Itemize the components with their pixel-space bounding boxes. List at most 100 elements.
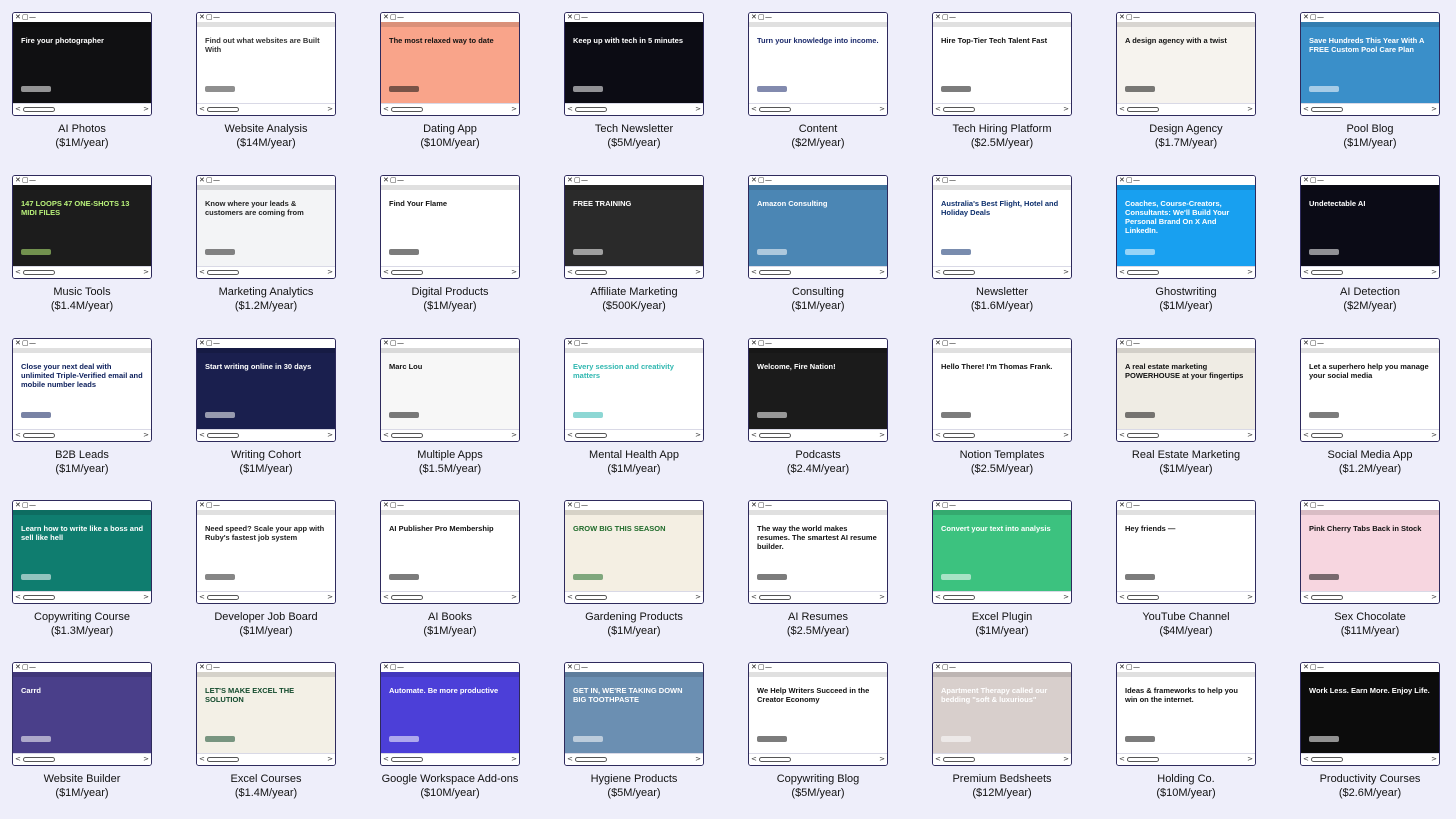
close-icon[interactable]: ✕	[383, 663, 389, 671]
site-card[interactable]: ✕ ▢ — Close your next deal with unlimited T…	[0, 338, 184, 493]
browser-window[interactable]: ✕ ▢ — Convert your text into analysis < >	[932, 500, 1072, 604]
scroll-thumb[interactable]	[207, 595, 239, 600]
browser-window[interactable]: ✕ ▢ — Automate. Be more productive < >	[380, 662, 520, 766]
minimize-icon[interactable]: —	[29, 663, 36, 671]
minimize-icon[interactable]: —	[397, 13, 404, 21]
horizontal-scrollbar[interactable]: < >	[749, 103, 887, 115]
scroll-thumb[interactable]	[23, 433, 55, 438]
scroll-right-icon[interactable]: >	[879, 755, 885, 763]
close-icon[interactable]: ✕	[751, 339, 757, 347]
scroll-right-icon[interactable]: >	[1431, 105, 1437, 113]
maximize-icon[interactable]: ▢	[22, 176, 29, 184]
site-card[interactable]: ✕ ▢ — Carrd < > Website Builder ($1M/year)	[0, 662, 184, 817]
minimize-icon[interactable]: —	[1133, 176, 1140, 184]
horizontal-scrollbar[interactable]: < >	[1117, 429, 1255, 441]
horizontal-scrollbar[interactable]: < >	[749, 753, 887, 765]
horizontal-scrollbar[interactable]: < >	[565, 429, 703, 441]
minimize-icon[interactable]: —	[1317, 13, 1324, 21]
browser-window[interactable]: ✕ ▢ — Australia's Best Flight, Hotel and Ho…	[932, 175, 1072, 279]
maximize-icon[interactable]: ▢	[942, 501, 949, 509]
minimize-icon[interactable]: —	[1317, 501, 1324, 509]
scroll-right-icon[interactable]: >	[695, 268, 701, 276]
site-card[interactable]: ✕ ▢ — Welcome, Fire Nation! < > Podcasts ($2.4M…	[736, 338, 920, 493]
minimize-icon[interactable]: —	[949, 663, 956, 671]
scroll-right-icon[interactable]: >	[143, 431, 149, 439]
scroll-left-icon[interactable]: <	[567, 593, 573, 601]
maximize-icon[interactable]: ▢	[758, 13, 765, 21]
scroll-left-icon[interactable]: <	[1119, 431, 1125, 439]
site-card[interactable]: ✕ ▢ — AI Publisher Pro Membership < > AI Books…	[368, 500, 552, 655]
scroll-right-icon[interactable]: >	[511, 593, 517, 601]
minimize-icon[interactable]: —	[1133, 339, 1140, 347]
minimize-icon[interactable]: —	[397, 663, 404, 671]
scroll-left-icon[interactable]: <	[567, 268, 573, 276]
scroll-left-icon[interactable]: <	[383, 593, 389, 601]
site-card[interactable]: ✕ ▢ — LET'S MAKE EXCEL THE SOLUTION < > Excel …	[184, 662, 368, 817]
scroll-left-icon[interactable]: <	[383, 105, 389, 113]
scroll-left-icon[interactable]: <	[15, 755, 21, 763]
maximize-icon[interactable]: ▢	[22, 501, 29, 509]
close-icon[interactable]: ✕	[383, 339, 389, 347]
scroll-right-icon[interactable]: >	[511, 431, 517, 439]
minimize-icon[interactable]: —	[765, 13, 772, 21]
scroll-thumb[interactable]	[391, 757, 423, 762]
maximize-icon[interactable]: ▢	[206, 339, 213, 347]
scroll-right-icon[interactable]: >	[511, 268, 517, 276]
browser-window[interactable]: ✕ ▢ — Hire Top-Tier Tech Talent Fast < >	[932, 12, 1072, 116]
site-card[interactable]: ✕ ▢ — Ideas & frameworks to help you win on…	[1104, 662, 1288, 817]
scroll-thumb[interactable]	[943, 433, 975, 438]
scroll-right-icon[interactable]: >	[1431, 268, 1437, 276]
scroll-right-icon[interactable]: >	[879, 268, 885, 276]
scroll-thumb[interactable]	[575, 270, 607, 275]
horizontal-scrollbar[interactable]: < >	[1301, 753, 1439, 765]
site-card[interactable]: ✕ ▢ — The way the world makes resumes. The …	[736, 500, 920, 655]
scroll-left-icon[interactable]: <	[15, 431, 21, 439]
close-icon[interactable]: ✕	[1119, 501, 1125, 509]
close-icon[interactable]: ✕	[1303, 13, 1309, 21]
scroll-thumb[interactable]	[207, 107, 239, 112]
horizontal-scrollbar[interactable]: < >	[933, 753, 1071, 765]
close-icon[interactable]: ✕	[751, 176, 757, 184]
maximize-icon[interactable]: ▢	[574, 13, 581, 21]
scroll-left-icon[interactable]: <	[567, 755, 573, 763]
horizontal-scrollbar[interactable]: < >	[381, 266, 519, 278]
scroll-right-icon[interactable]: >	[1431, 755, 1437, 763]
scroll-right-icon[interactable]: >	[1247, 268, 1253, 276]
scroll-right-icon[interactable]: >	[879, 593, 885, 601]
scroll-thumb[interactable]	[1311, 595, 1343, 600]
browser-window[interactable]: ✕ ▢ — The way the world makes resumes. The …	[748, 500, 888, 604]
scroll-right-icon[interactable]: >	[1063, 593, 1069, 601]
horizontal-scrollbar[interactable]: < >	[565, 753, 703, 765]
close-icon[interactable]: ✕	[15, 339, 21, 347]
scroll-right-icon[interactable]: >	[695, 755, 701, 763]
browser-window[interactable]: ✕ ▢ — Learn how to write like a boss and se…	[12, 500, 152, 604]
horizontal-scrollbar[interactable]: < >	[749, 266, 887, 278]
horizontal-scrollbar[interactable]: < >	[13, 429, 151, 441]
close-icon[interactable]: ✕	[383, 176, 389, 184]
close-icon[interactable]: ✕	[1303, 663, 1309, 671]
close-icon[interactable]: ✕	[1119, 13, 1125, 21]
browser-window[interactable]: ✕ ▢ — Undetectable AI < >	[1300, 175, 1440, 279]
maximize-icon[interactable]: ▢	[206, 176, 213, 184]
horizontal-scrollbar[interactable]: < >	[565, 103, 703, 115]
scroll-thumb[interactable]	[575, 107, 607, 112]
site-card[interactable]: ✕ ▢ — Turn your knowledge into income. < > Con…	[736, 12, 920, 167]
browser-window[interactable]: ✕ ▢ — Every session and creativity matters <…	[564, 338, 704, 442]
horizontal-scrollbar[interactable]: < >	[13, 103, 151, 115]
minimize-icon[interactable]: —	[1317, 176, 1324, 184]
close-icon[interactable]: ✕	[15, 13, 21, 21]
browser-window[interactable]: ✕ ▢ — Welcome, Fire Nation! < >	[748, 338, 888, 442]
scroll-left-icon[interactable]: <	[15, 268, 21, 276]
scroll-left-icon[interactable]: <	[935, 431, 941, 439]
site-card[interactable]: ✕ ▢ — Find Your Flame < > Digital Products ($1M…	[368, 175, 552, 330]
maximize-icon[interactable]: ▢	[1310, 176, 1317, 184]
close-icon[interactable]: ✕	[1119, 339, 1125, 347]
scroll-left-icon[interactable]: <	[751, 268, 757, 276]
maximize-icon[interactable]: ▢	[1126, 663, 1133, 671]
minimize-icon[interactable]: —	[213, 176, 220, 184]
browser-window[interactable]: ✕ ▢ — 147 LOOPS 47 ONE-SHOTS 13 MIDI FILES <…	[12, 175, 152, 279]
scroll-left-icon[interactable]: <	[199, 268, 205, 276]
close-icon[interactable]: ✕	[567, 176, 573, 184]
horizontal-scrollbar[interactable]: < >	[749, 591, 887, 603]
scroll-left-icon[interactable]: <	[199, 105, 205, 113]
